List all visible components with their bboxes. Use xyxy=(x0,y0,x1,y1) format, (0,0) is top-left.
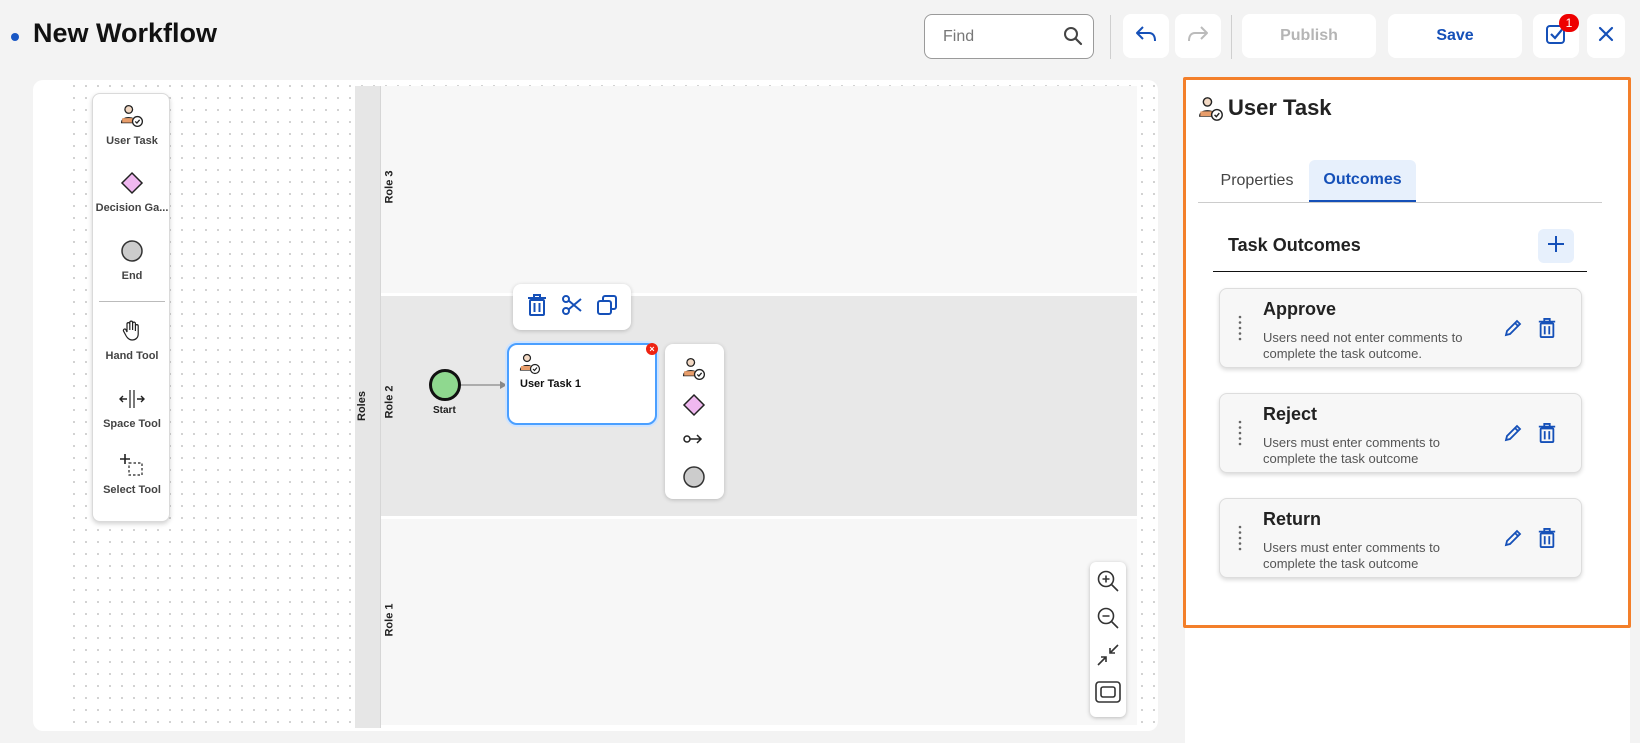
outcome-name: Approve xyxy=(1263,299,1337,319)
edit-icon[interactable] xyxy=(1501,526,1525,550)
publish-button[interactable]: Publish xyxy=(1242,14,1376,58)
outcome-description: Users need not enter comments to complet… xyxy=(1263,330,1463,361)
palette-label: Space Tool xyxy=(103,418,161,430)
select-tool-icon xyxy=(119,454,145,480)
lane-label: Role 3 xyxy=(383,170,396,204)
palette-decision-gateway[interactable]: Decision Ga... xyxy=(93,171,171,214)
edit-icon[interactable] xyxy=(1501,316,1525,340)
palette-end[interactable]: End xyxy=(93,239,171,282)
user-task-icon xyxy=(120,104,144,131)
plus-icon xyxy=(1546,234,1566,259)
toolbar-divider xyxy=(1110,15,1111,59)
delete-icon[interactable] xyxy=(526,293,548,322)
tool-palette: User Task Decision Ga... End Hand Tool S… xyxy=(92,93,170,522)
lane-role-3[interactable]: Role 3 xyxy=(381,86,1137,296)
tab-outcomes[interactable]: Outcomes xyxy=(1309,160,1416,202)
lane-label: Role 1 xyxy=(383,603,396,637)
decision-gateway-icon[interactable] xyxy=(682,393,706,422)
outcome-description: Users must enter comments to complete th… xyxy=(1263,540,1440,571)
append-element-menu xyxy=(665,344,724,499)
delete-icon[interactable] xyxy=(1535,316,1559,340)
drag-handle-icon[interactable] xyxy=(1238,315,1242,346)
find-input[interactable] xyxy=(943,27,1053,47)
fit-view-button[interactable] xyxy=(1095,643,1121,672)
palette-hand-tool[interactable]: Hand Tool xyxy=(93,319,171,362)
lane-label: Role 2 xyxy=(383,385,396,419)
tab-divider xyxy=(1198,202,1602,203)
collapse-arrows-icon xyxy=(1096,643,1120,672)
palette-user-task[interactable]: User Task xyxy=(93,104,171,147)
space-tool-icon xyxy=(119,390,145,414)
close-button[interactable] xyxy=(1587,14,1625,58)
lane-role-2[interactable]: Role 2 xyxy=(381,296,1137,519)
outcome-card[interactable]: Return Users must enter comments to comp… xyxy=(1219,498,1582,578)
cut-icon[interactable] xyxy=(561,294,583,321)
lane-role-1[interactable]: Role 1 xyxy=(381,519,1137,728)
palette-select-tool[interactable]: Select Tool xyxy=(93,453,171,496)
outcome-card[interactable]: Approve Users need not enter comments to… xyxy=(1219,288,1582,368)
toolbar-divider xyxy=(1231,15,1232,59)
zoom-controls xyxy=(1090,562,1126,717)
error-marker[interactable]: × xyxy=(646,343,658,355)
minimap-button[interactable] xyxy=(1095,680,1121,708)
palette-label: Decision Ga... xyxy=(95,202,169,214)
delete-icon[interactable] xyxy=(1535,421,1559,445)
zoom-in-icon xyxy=(1096,569,1120,598)
palette-label: User Task xyxy=(106,135,158,147)
hand-tool-icon xyxy=(120,320,144,346)
user-task-icon xyxy=(1198,96,1224,127)
search-icon[interactable] xyxy=(1063,26,1083,51)
outcome-card[interactable]: Reject Users must enter comments to comp… xyxy=(1219,393,1582,473)
outcome-name: Reject xyxy=(1263,404,1318,424)
outcome-name: Return xyxy=(1263,509,1321,529)
connector-icon[interactable] xyxy=(682,431,706,452)
start-event[interactable] xyxy=(429,369,461,401)
section-divider xyxy=(1213,271,1587,272)
page-title: New Workflow xyxy=(33,18,218,48)
decision-gateway-icon xyxy=(120,171,144,198)
palette-label: End xyxy=(121,270,143,282)
palette-label: Select Tool xyxy=(103,484,161,496)
drag-handle-icon[interactable] xyxy=(1238,420,1242,451)
element-context-toolbar xyxy=(513,284,631,330)
redo-icon xyxy=(1186,24,1210,49)
user-task-icon xyxy=(519,353,541,380)
end-event-icon xyxy=(120,240,144,266)
copy-icon[interactable] xyxy=(596,294,618,321)
start-label: Start xyxy=(433,405,456,416)
save-button[interactable]: Save xyxy=(1388,14,1522,58)
roles-pool[interactable]: Roles Role 3 Role 2 Role 1 xyxy=(355,86,1137,728)
find-box[interactable] xyxy=(924,14,1094,59)
add-outcome-button[interactable] xyxy=(1538,229,1574,263)
end-event-icon[interactable] xyxy=(682,465,706,494)
pool-header[interactable]: Roles xyxy=(355,86,381,728)
palette-space-tool[interactable]: Space Tool xyxy=(93,387,171,430)
zoom-out-button[interactable] xyxy=(1095,607,1121,633)
validation-count-badge: 1 xyxy=(1559,14,1579,32)
close-icon xyxy=(1598,26,1614,47)
task-label: User Task 1 xyxy=(520,378,581,390)
zoom-in-button[interactable] xyxy=(1095,570,1121,596)
user-task-node[interactable]: User Task 1 xyxy=(507,343,657,425)
outcome-description: Users must enter comments to complete th… xyxy=(1263,435,1440,466)
zoom-out-icon xyxy=(1096,606,1120,635)
undo-icon xyxy=(1134,24,1158,49)
minimap-icon xyxy=(1095,680,1121,708)
section-title: Task Outcomes xyxy=(1228,235,1361,255)
edit-icon[interactable] xyxy=(1501,421,1525,445)
panel-title: User Task xyxy=(1228,95,1332,120)
sequence-flow[interactable] xyxy=(460,378,510,392)
palette-divider xyxy=(99,301,165,302)
pool-label: Roles xyxy=(355,391,368,421)
drag-handle-icon[interactable] xyxy=(1238,525,1242,556)
unsaved-indicator xyxy=(11,33,19,41)
undo-button[interactable] xyxy=(1123,14,1169,58)
palette-label: Hand Tool xyxy=(105,350,159,362)
delete-icon[interactable] xyxy=(1535,526,1559,550)
user-task-icon[interactable] xyxy=(682,357,706,386)
tab-properties[interactable]: Properties xyxy=(1207,160,1307,202)
redo-button[interactable] xyxy=(1175,14,1221,58)
